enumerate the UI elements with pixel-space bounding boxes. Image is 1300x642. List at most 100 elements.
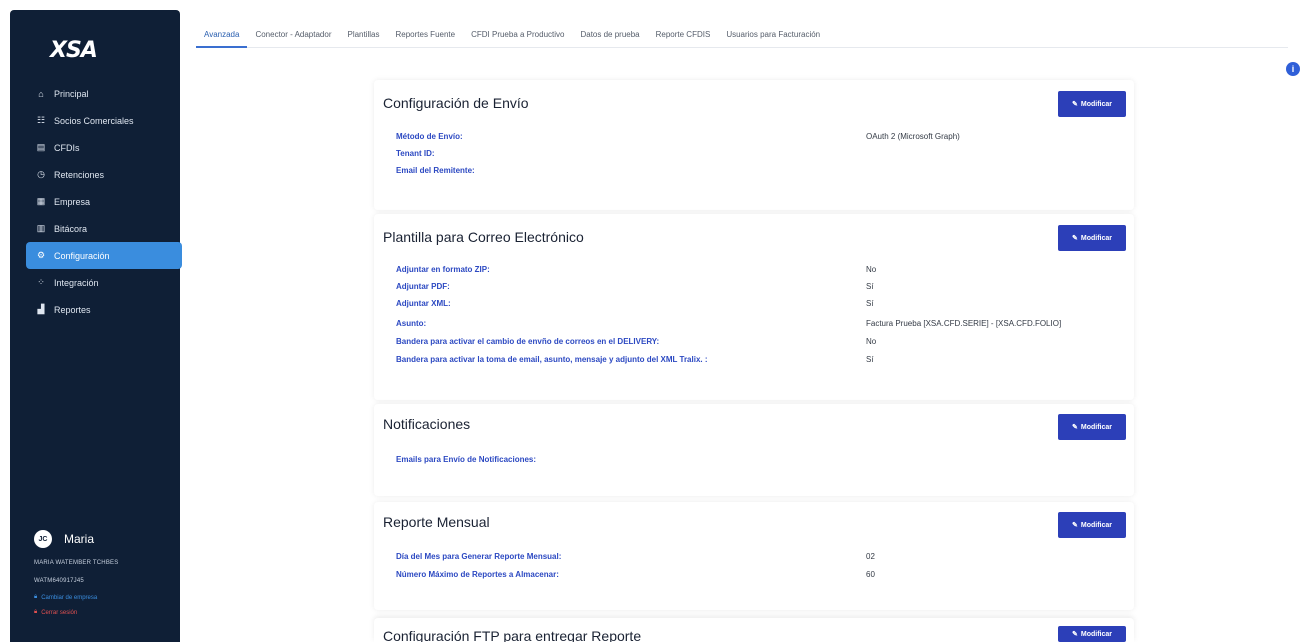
field-label: Asunto: xyxy=(396,319,427,328)
field-value: 60 xyxy=(866,570,875,579)
field-label: Número Máximo de Reportes a Almacenar: xyxy=(396,570,559,579)
gear-icon: ⚙ xyxy=(36,250,46,260)
field-label: Día del Mes para Generar Reporte Mensual… xyxy=(396,552,562,561)
user-row: JC Maria xyxy=(34,530,184,548)
user-rfc: WATM640917J45 xyxy=(34,578,84,584)
field-value: Factura Prueba [XSA.CFD.SERIE] - [XSA.CF… xyxy=(866,319,1062,328)
book-icon: ▥ xyxy=(36,223,46,233)
modify-button[interactable]: ✎ Modificar xyxy=(1058,225,1126,251)
tab-cfdi-prueba-productivo[interactable]: CFDI Prueba a Productivo xyxy=(463,22,572,48)
sidebar-item-label: Integración xyxy=(54,277,99,288)
field-row: Email del Remitente: xyxy=(396,166,1116,180)
modify-label: Modificar xyxy=(1080,630,1112,638)
sidebar-item-configuracion[interactable]: ⚙ Configuración xyxy=(26,242,182,269)
field-label: Bandera para activar la toma de email, a… xyxy=(396,355,708,364)
home-icon: ⌂ xyxy=(38,88,44,99)
sidebar-item-retenciones[interactable]: ◷ Retenciones xyxy=(26,161,182,188)
modify-button[interactable]: ✎ Modificar xyxy=(1058,626,1126,642)
field-value: No xyxy=(866,265,877,274)
sidebar-item-label: Retenciones xyxy=(54,169,105,180)
edit-icon: ✎ xyxy=(1072,424,1078,431)
chart-icon: ▟ xyxy=(37,304,45,314)
field-label: Emails para Envío de Notificaciones: xyxy=(396,455,537,464)
sidebar-item-label: Empresa xyxy=(54,196,91,207)
field-value: 02 xyxy=(866,552,875,561)
modify-label: Modificar xyxy=(1080,234,1112,242)
tab-reporte-cfdis[interactable]: Reporte CFDIS xyxy=(648,22,719,48)
field-row: Emails para Envío de Notificaciones: xyxy=(396,455,1116,469)
field-label: Tenant ID: xyxy=(396,149,435,158)
card-title: Reporte Mensual xyxy=(383,514,490,530)
edit-icon: ✎ xyxy=(1072,101,1078,108)
field-label: Adjuntar PDF: xyxy=(396,282,450,291)
edit-icon: ✎ xyxy=(1072,235,1078,242)
lock-icon: 🔒︎ xyxy=(34,594,38,600)
avatar[interactable]: JC xyxy=(34,530,52,548)
modify-label: Modificar xyxy=(1080,521,1112,529)
sidebar-item-integracion[interactable]: ⁘ Integración xyxy=(26,269,182,296)
field-row: Bandera para activar la toma de email, a… xyxy=(396,355,1116,369)
clock-icon: ◷ xyxy=(37,169,45,179)
logout-label: Cerrar sesión xyxy=(41,609,78,616)
field-row: Número Máximo de Reportes a Almacenar: 6… xyxy=(396,570,1116,584)
change-company-label: Cambiar de empresa xyxy=(41,594,98,601)
modify-button[interactable]: ✎ Modificar xyxy=(1058,512,1126,538)
card-reporte-mensual: Reporte Mensual ✎ Modificar Día del Mes … xyxy=(374,502,1134,610)
building-icon: ▦ xyxy=(36,196,46,206)
change-company-link[interactable]: 🔒︎ Cambiar de empresa xyxy=(34,594,184,601)
sidebar-item-principal[interactable]: ⌂ Principal xyxy=(26,80,182,107)
card-title: Configuración de Envío xyxy=(383,95,529,111)
sidebar-item-socios-comerciales[interactable]: ☷ Socios Comerciales xyxy=(26,107,182,134)
sidebar-item-label: CFDIs xyxy=(54,142,80,153)
field-label: Bandera para activar el cambio de envño … xyxy=(396,337,660,346)
card-title: Plantilla para Correo Electrónico xyxy=(383,229,584,245)
field-label: Método de Envío: xyxy=(396,132,463,141)
integration-icon: ⁘ xyxy=(37,277,45,287)
sidebar-item-bitacora[interactable]: ▥ Bitácora xyxy=(26,215,182,242)
card-title: Configuración FTP para entregar Reporte xyxy=(383,628,642,642)
field-value: Sí xyxy=(866,299,874,308)
sidebar-item-reportes[interactable]: ▟ Reportes xyxy=(26,296,182,323)
sidebar-item-label: Principal xyxy=(54,88,89,99)
logout-link[interactable]: 🔒︎ Cerrar sesión xyxy=(34,609,184,616)
card-configuracion-envio: Configuración de Envío ✎ Modificar Métod… xyxy=(374,80,1134,210)
user-company: MARIA WATEMBER TCHBES xyxy=(34,560,119,566)
config-tabs: Avanzada Conector - Adaptador Plantillas… xyxy=(196,22,1288,48)
tab-reportes-fuente[interactable]: Reportes Fuente xyxy=(388,22,464,48)
tab-usuarios-facturacion[interactable]: Usuarios para Facturación xyxy=(718,22,828,48)
edit-icon: ✎ xyxy=(1072,631,1078,638)
card-plantilla-correo: Plantilla para Correo Electrónico ✎ Modi… xyxy=(374,214,1134,400)
sidebar-item-label: Socios Comerciales xyxy=(54,115,134,126)
field-value: No xyxy=(866,337,877,346)
xsa-logo[interactable]: XSA xyxy=(50,38,98,63)
sidebar-nav: ⌂ Principal ☷ Socios Comerciales ▤ CFDIs… xyxy=(26,80,182,323)
sidebar-item-label: Configuración xyxy=(54,250,110,261)
modify-button[interactable]: ✎ Modificar xyxy=(1058,414,1126,440)
field-row: Tenant ID: xyxy=(396,149,1116,163)
field-row: Bandera para activar el cambio de envño … xyxy=(396,337,1116,351)
tab-conector-adaptador[interactable]: Conector - Adaptador xyxy=(247,22,339,48)
modify-label: Modificar xyxy=(1080,100,1112,108)
sidebar-item-empresa[interactable]: ▦ Empresa xyxy=(26,188,182,215)
tab-plantillas[interactable]: Plantillas xyxy=(339,22,387,48)
card-notificaciones: Notificaciones ✎ Modificar Emails para E… xyxy=(374,404,1134,496)
field-row: Método de Envío: OAuth 2 (Microsoft Grap… xyxy=(396,132,1116,146)
field-value: Sí xyxy=(866,355,874,364)
user-panel: JC Maria MARIA WATEMBER TCHBES WATM64091… xyxy=(34,530,184,616)
field-row: Asunto: Factura Prueba [XSA.CFD.SERIE] -… xyxy=(396,319,1116,333)
field-row: Día del Mes para Generar Reporte Mensual… xyxy=(396,552,1116,566)
info-icon[interactable]: i xyxy=(1286,62,1300,76)
partners-icon: ☷ xyxy=(36,115,46,125)
user-name: Maria xyxy=(64,532,95,546)
field-row: Adjuntar en formato ZIP: No xyxy=(396,265,1116,279)
card-configuracion-ftp: Configuración FTP para entregar Reporte … xyxy=(374,618,1134,642)
sidebar: XSA ⌂ Principal ☷ Socios Comerciales ▤ C… xyxy=(10,10,182,642)
field-value: OAuth 2 (Microsoft Graph) xyxy=(866,132,960,141)
modify-button[interactable]: ✎ Modificar xyxy=(1058,91,1126,117)
sidebar-item-cfdis[interactable]: ▤ CFDIs xyxy=(26,134,182,161)
sidebar-item-label: Bitácora xyxy=(54,223,88,234)
tab-datos-de-prueba[interactable]: Datos de prueba xyxy=(572,22,647,48)
field-value: Sí xyxy=(866,282,874,291)
modify-label: Modificar xyxy=(1080,423,1112,431)
tab-avanzada[interactable]: Avanzada xyxy=(196,22,248,48)
